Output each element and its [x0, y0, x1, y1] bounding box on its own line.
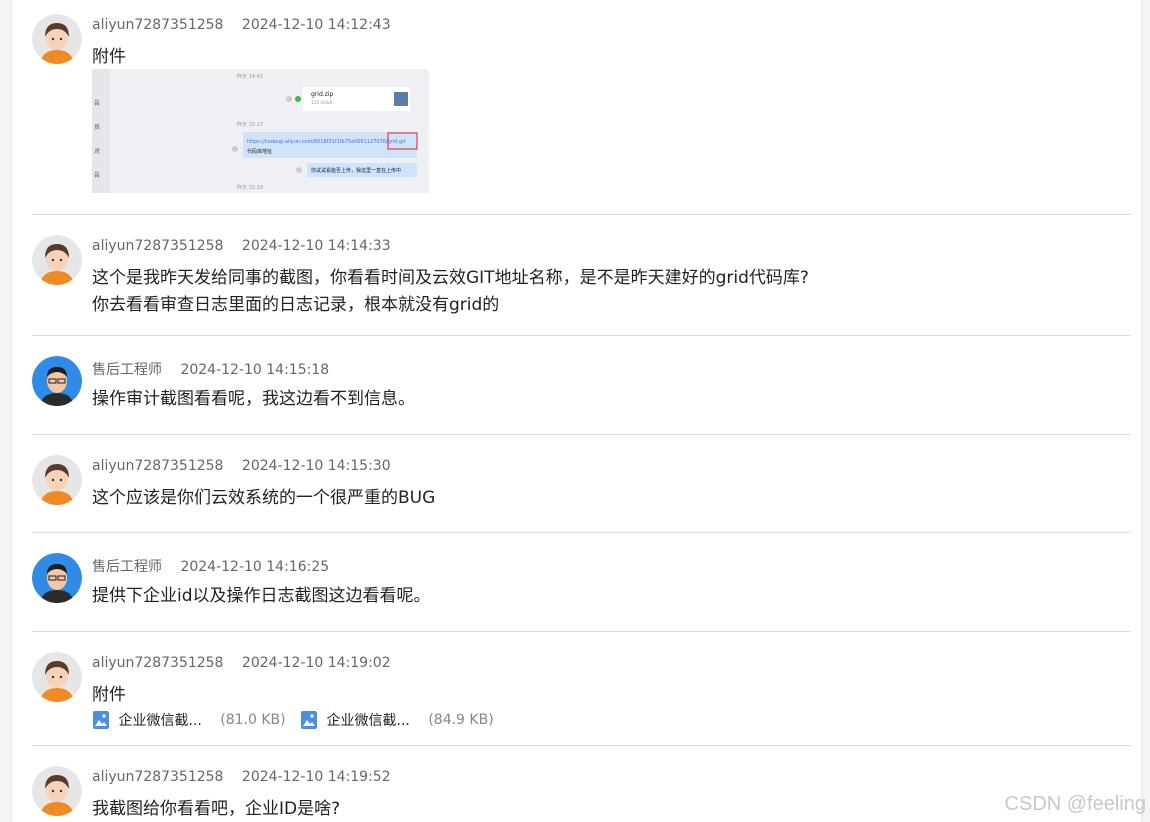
avatar[interactable] — [32, 766, 82, 816]
avatar[interactable] — [32, 235, 82, 285]
avatar[interactable] — [32, 455, 82, 505]
female-avatar-icon — [32, 455, 82, 505]
message-text: 我截图给你看看吧，企业ID是啥? — [92, 799, 341, 819]
sender-name: 售后工程师 — [92, 559, 162, 575]
timestamp: 2024-12-10 14:12:43 — [241, 17, 391, 33]
side-label: 员 — [94, 124, 100, 131]
avatar[interactable] — [32, 356, 82, 406]
timestamp: 2024-12-10 14:19:52 — [241, 769, 391, 785]
attachment-name[interactable]: 企业微信截... — [118, 713, 201, 729]
female-avatar-icon — [32, 14, 82, 64]
sender-name: aliyun7287351258 — [92, 238, 224, 254]
avatar[interactable] — [32, 553, 82, 603]
watermark: CSDN @feeling — [1004, 793, 1146, 815]
sender-name: aliyun7287351258 — [92, 458, 224, 474]
attachment-size: (81.0 KB) — [220, 712, 286, 728]
message-meta: 售后工程师 2024-12-10 14:15:18 — [92, 359, 329, 379]
sender-name: 售后工程师 — [92, 362, 162, 378]
message-text: 这个应该是你们云效系统的一个很严重的BUG — [92, 488, 436, 508]
preview-link-caption: 代码库地址 — [247, 148, 272, 155]
message-text: 附件 — [92, 685, 126, 705]
engineer-avatar-icon — [32, 553, 82, 603]
preview-link: https://codeup.aliyun.com/6018f31f1fb75e… — [247, 139, 406, 145]
preview-reply: 你试试看能否上传，我这里一直在上传中 — [311, 167, 401, 174]
preview-file-name: grid.zip — [311, 91, 333, 98]
image-file-icon — [93, 711, 109, 729]
message-divider — [32, 335, 1131, 336]
message-divider — [32, 745, 1131, 746]
chat-history-panel[interactable]: aliyun7287351258 2024-12-10 14:12:43 附件 … — [11, 0, 1142, 822]
attachment-size: (84.9 KB) — [428, 712, 494, 728]
attachment-name[interactable]: 企业微信截... — [327, 713, 410, 729]
message-divider — [32, 532, 1131, 533]
message-meta: aliyun7287351258 2024-12-10 14:19:02 — [92, 655, 391, 671]
message-line: 这个是我昨天发给同事的截图，你看看时间及云效GIT地址名称，是不是昨天建好的gr… — [92, 268, 809, 288]
message-meta: aliyun7287351258 2024-12-10 14:14:33 — [92, 238, 391, 254]
avatar[interactable] — [32, 14, 82, 64]
preview-time: 昨天 14:45 — [237, 73, 263, 80]
side-label: 对 — [94, 147, 100, 155]
sender-name: aliyun7287351258 — [92, 655, 224, 671]
message-divider — [32, 434, 1131, 435]
sender-name: aliyun7287351258 — [92, 769, 224, 785]
message-text: 操作审计截图看看呢，我这边看不到信息。 — [92, 389, 415, 409]
avatar[interactable] — [32, 652, 82, 702]
timestamp: 2024-12-10 14:15:30 — [241, 458, 391, 474]
female-avatar-icon — [32, 766, 82, 816]
image-file-icon — [301, 711, 318, 729]
attachment-list: 企业微信截... (81.0 KB) 企业微信截... (84.9 KB) — [92, 710, 504, 734]
timestamp: 2024-12-10 14:16:25 — [180, 559, 330, 575]
message-meta: aliyun7287351258 2024-12-10 14:19:52 — [92, 769, 391, 785]
message-divider — [32, 631, 1131, 632]
timestamp: 2024-12-10 14:19:02 — [241, 655, 391, 671]
message-line: 你去看看审查日志里面的日志记录，根本就没有grid的 — [92, 295, 500, 315]
engineer-avatar-icon — [32, 356, 82, 406]
timestamp: 2024-12-10 14:15:18 — [180, 362, 330, 378]
female-avatar-icon — [32, 652, 82, 702]
message-text: 提供下企业id以及操作日志截图这边看看呢。 — [92, 586, 431, 606]
attachment-image[interactable]: 告 员 对 告 昨天 14:45 grid.zip 122.83kB 昨天 15… — [92, 69, 429, 193]
preview-time: 昨天 15:18 — [237, 184, 263, 191]
attachment-file[interactable]: 企业微信截... (81.0 KB) — [92, 710, 286, 730]
message-meta: 售后工程师 2024-12-10 14:16:25 — [92, 556, 329, 576]
attachment-file[interactable]: 企业微信截... (84.9 KB) — [300, 710, 494, 730]
female-avatar-icon — [32, 235, 82, 285]
preview-file-size: 122.83kB — [311, 100, 332, 106]
message-text: 这个是我昨天发给同事的截图，你看看时间及云效GIT地址名称，是不是昨天建好的gr… — [92, 265, 809, 319]
side-label: 告 — [94, 171, 100, 179]
message-meta: aliyun7287351258 2024-12-10 14:12:43 — [92, 17, 391, 33]
message-divider — [32, 214, 1131, 215]
message-text: 附件 — [92, 47, 126, 67]
sender-name: aliyun7287351258 — [92, 17, 224, 33]
preview-time: 昨天 15:17 — [237, 121, 263, 128]
message-meta: aliyun7287351258 2024-12-10 14:15:30 — [92, 458, 391, 474]
timestamp: 2024-12-10 14:14:33 — [241, 238, 391, 254]
side-label: 告 — [94, 99, 100, 107]
